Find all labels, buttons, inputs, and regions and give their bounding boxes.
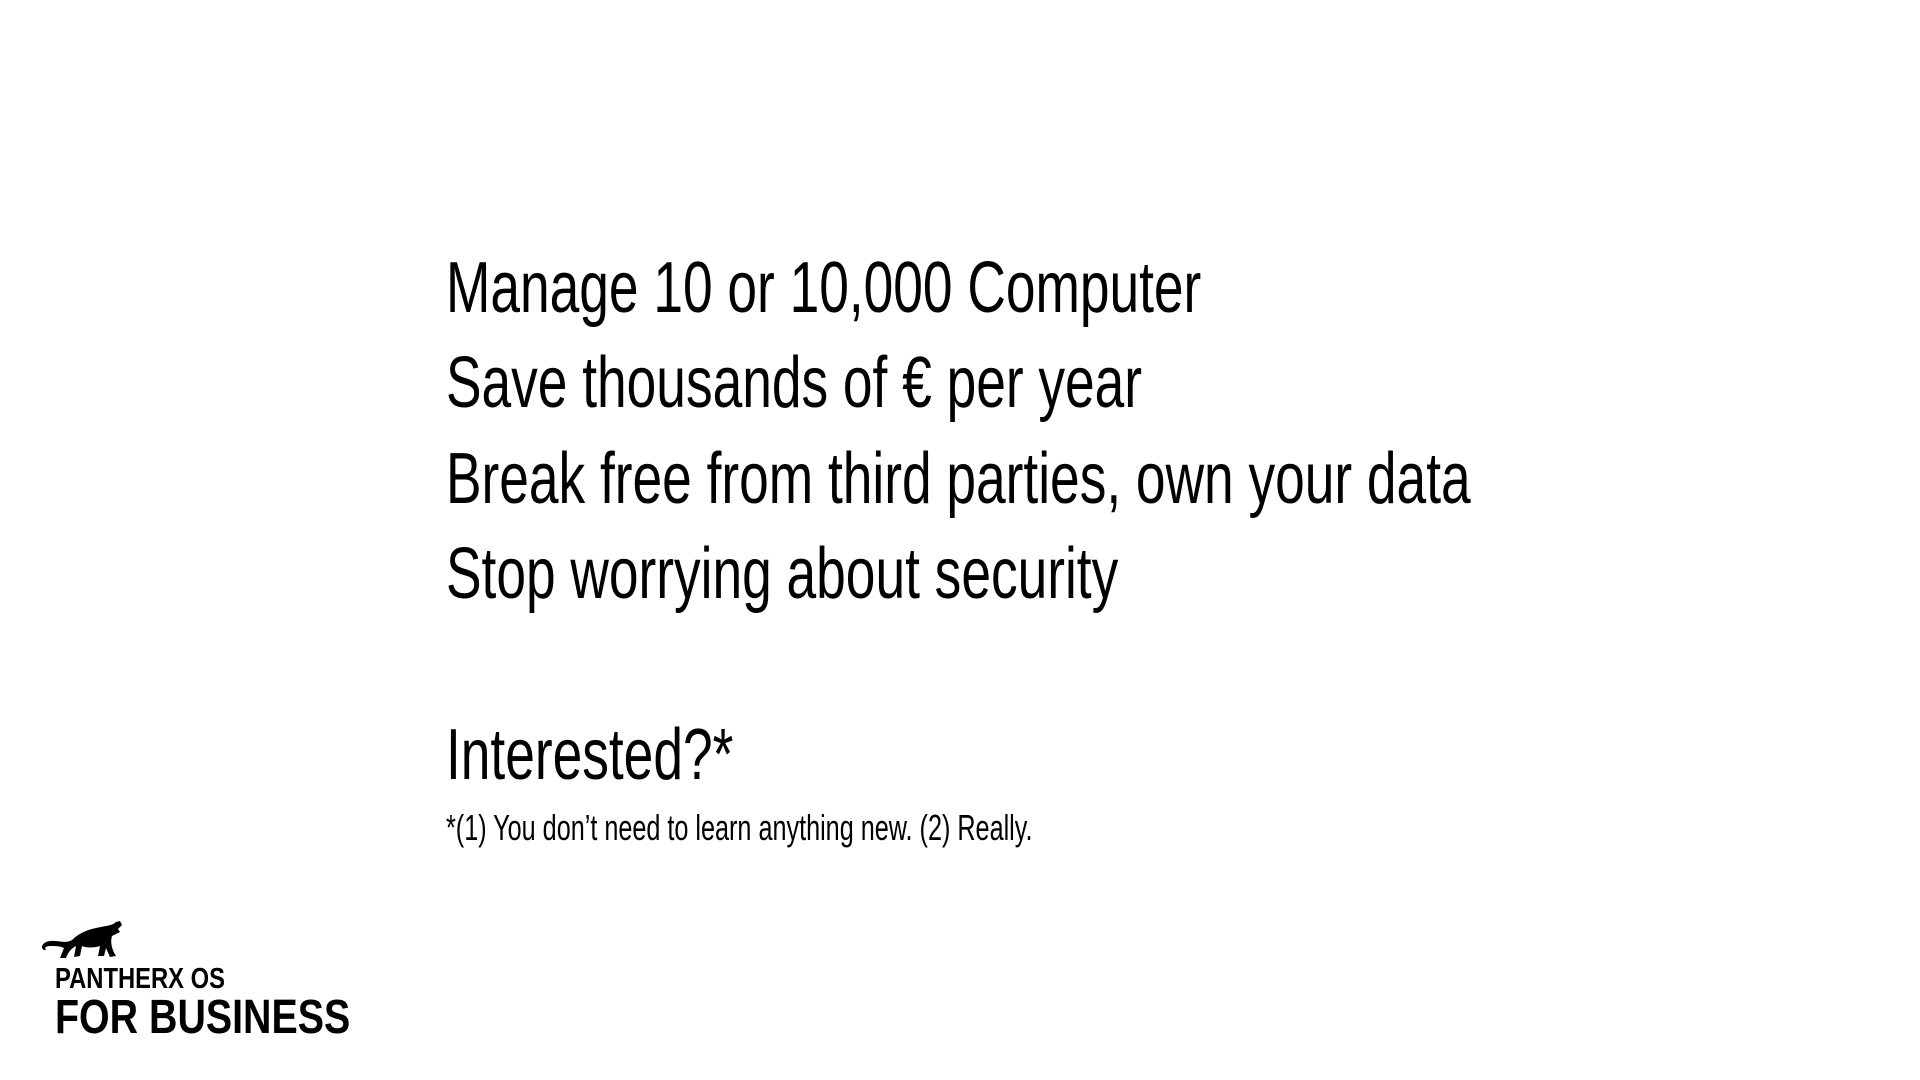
- bullet-security: Stop worrying about security: [446, 538, 1354, 610]
- logo-line2: FOR BUSINESS: [55, 994, 415, 1042]
- logo-line1: PANTHERX OS: [55, 965, 262, 994]
- bullet-text: Break free from third parties, own your …: [446, 439, 1471, 519]
- bullet-text: Manage 10 or 10,000 Computer: [446, 248, 1202, 328]
- panther-icon: [42, 921, 122, 958]
- call-to-action: Interested?*: [446, 719, 834, 791]
- bullet-own-data: Break free from third parties, own your …: [446, 443, 1831, 515]
- bullet-manage-computers: Manage 10 or 10,000 Computer: [446, 252, 1467, 324]
- logo-line1-text: PANTHERX OS: [55, 963, 226, 995]
- bullet-text: Stop worrying about security: [446, 534, 1119, 614]
- footnote-text: *(1) You don’t need to learn anything ne…: [446, 807, 1033, 848]
- logo-line2-text: FOR BUSINESS: [55, 991, 351, 1044]
- bullet-save-money: Save thousands of € per year: [446, 347, 1387, 419]
- footnote: *(1) You don’t need to learn anything ne…: [446, 810, 1284, 846]
- bullet-text: Save thousands of € per year: [446, 343, 1143, 423]
- call-to-action-text: Interested?*: [446, 715, 734, 795]
